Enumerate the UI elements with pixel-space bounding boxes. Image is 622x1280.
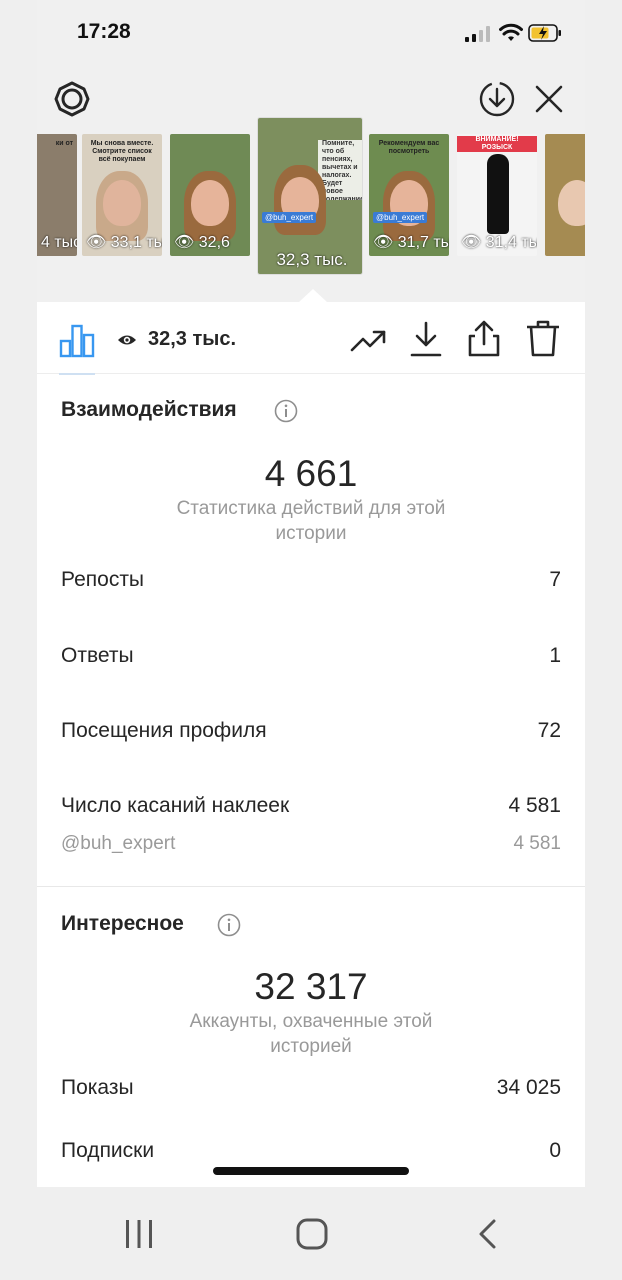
stat-label: Число касаний наклеек bbox=[61, 794, 290, 817]
battery-charging-icon bbox=[528, 24, 561, 42]
stat-row-impressions: Показы 34 025 bbox=[61, 1076, 561, 1106]
wifi-icon bbox=[499, 23, 523, 41]
insights-toolbar: 32,3 тыс. bbox=[37, 302, 585, 375]
views-total: 32,3 тыс. bbox=[148, 328, 237, 350]
stat-value: 1 bbox=[549, 644, 561, 667]
home-icon[interactable] bbox=[296, 1218, 328, 1250]
story-thumbnail[interactable]: 👁 32,6 bbox=[170, 134, 250, 256]
interactions-title: Взаимодействия bbox=[61, 398, 237, 421]
stat-row-shares: Репосты 7 bbox=[61, 568, 561, 598]
info-icon[interactable] bbox=[217, 913, 241, 937]
stat-label: Показы bbox=[61, 1076, 134, 1099]
stat-row-mention-taps: @buh_expert 4 581 bbox=[61, 833, 561, 863]
eye-icon bbox=[118, 335, 136, 345]
story-insights-screen: 17:28 ки от 4 ты Мы снова вместе. Смотри… bbox=[37, 0, 585, 1187]
home-indicator[interactable] bbox=[213, 1167, 409, 1175]
android-navigation-bar bbox=[0, 1187, 622, 1280]
insights-chart-icon[interactable] bbox=[59, 322, 95, 358]
stat-value: 34 025 bbox=[496, 1076, 561, 1099]
story-views: 👁 31,7 тыс bbox=[373, 234, 449, 251]
stat-value: 72 bbox=[537, 719, 561, 742]
story-views: 👁 33,1 тыс bbox=[86, 234, 162, 251]
discovery-total: 32 317 bbox=[254, 966, 368, 1007]
story-strip-area: 17:28 ки от 4 ты Мы снова вместе. Смотри… bbox=[37, 0, 585, 302]
stat-label: Посещения профиля bbox=[61, 719, 267, 742]
stat-value: 4 581 bbox=[513, 833, 561, 854]
stat-value: 7 bbox=[549, 568, 561, 591]
interactions-subtitle: Статистика действий для этой истории bbox=[176, 498, 446, 544]
stat-value: 4 581 bbox=[508, 794, 561, 817]
story-thumbnail[interactable]: ВНИМАНИЕ! РОЗЫСК 👁 31,4 тыс bbox=[457, 134, 537, 256]
story-caption: ВНИМАНИЕ! РОЗЫСК bbox=[457, 136, 537, 152]
download-icon[interactable] bbox=[409, 320, 443, 358]
stat-row-follows: Подписки 0 bbox=[61, 1139, 561, 1169]
story-thumbnails: ки от 4 тыс Мы снова вместе. Смотрите сп… bbox=[37, 118, 585, 278]
stat-row-profile-visits: Посещения профиля 72 bbox=[61, 719, 561, 749]
stat-row-sticker-taps: Число касаний наклеек 4 581 bbox=[61, 794, 561, 824]
stat-row-replies: Ответы 1 bbox=[61, 644, 561, 674]
stat-label: @buh_expert bbox=[61, 833, 176, 854]
close-icon[interactable] bbox=[532, 82, 566, 116]
selected-story-pointer bbox=[299, 289, 327, 302]
recent-apps-icon[interactable] bbox=[124, 1218, 154, 1250]
story-caption: Рекомендуем вас посмотреть bbox=[378, 140, 440, 155]
status-bar: 17:28 bbox=[37, 0, 585, 66]
delete-icon[interactable] bbox=[525, 318, 561, 358]
stat-label: Репосты bbox=[61, 568, 145, 591]
section-divider bbox=[37, 886, 585, 887]
stat-label: Ответы bbox=[61, 644, 134, 667]
stat-value: 0 bbox=[549, 1139, 561, 1162]
interactions-total: 4 661 bbox=[264, 453, 358, 494]
share-icon[interactable] bbox=[467, 318, 501, 358]
story-views: 32,3 тыс. bbox=[276, 250, 348, 269]
settings-icon[interactable] bbox=[53, 80, 91, 118]
info-icon[interactable] bbox=[274, 399, 298, 423]
story-thumbnail[interactable] bbox=[545, 134, 585, 256]
stat-label: Подписки bbox=[61, 1139, 155, 1162]
story-caption: ки от bbox=[55, 140, 73, 147]
status-time: 17:28 bbox=[77, 20, 131, 43]
story-mention-tag: @buh_expert bbox=[262, 212, 317, 223]
story-thumbnail[interactable]: ки от 4 тыс bbox=[37, 134, 77, 256]
story-mention-tag: @buh_expert bbox=[373, 212, 428, 223]
signal-icon bbox=[465, 26, 490, 42]
story-thumbnail[interactable]: Мы снова вместе. Смотрите список всё пок… bbox=[82, 134, 162, 256]
promote-trend-icon[interactable] bbox=[350, 324, 388, 356]
story-thumbnail-active[interactable]: Помните, что об пенсиях, вычетах и налог… bbox=[258, 118, 362, 274]
active-tab-indicator bbox=[59, 373, 95, 375]
discovery-subtitle: Аккаунты, охваченные этой историей bbox=[189, 1011, 433, 1057]
story-views: 👁 31,4 тыс bbox=[461, 234, 537, 251]
story-caption: Мы снова вместе. Смотрите список всё пок… bbox=[90, 140, 154, 163]
save-story-icon[interactable] bbox=[478, 80, 516, 118]
story-views: 4 тыс bbox=[41, 234, 77, 251]
back-icon[interactable] bbox=[476, 1218, 498, 1250]
story-views: 👁 32,6 bbox=[174, 234, 230, 251]
discovery-title: Интересное bbox=[61, 912, 184, 935]
story-thumbnail[interactable]: Рекомендуем вас посмотреть @buh_expert 👁… bbox=[369, 134, 449, 256]
